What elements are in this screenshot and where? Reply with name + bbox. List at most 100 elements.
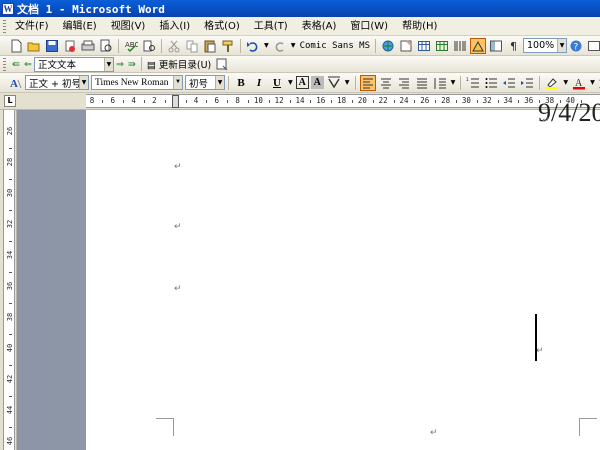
undo-dropdown-icon[interactable]: ▾ bbox=[262, 40, 271, 51]
menu-view[interactable]: 视图(V) bbox=[106, 18, 151, 35]
demote-icon[interactable]: ⇒ bbox=[114, 59, 126, 70]
drawing-icon[interactable] bbox=[470, 37, 487, 54]
insert-excel-icon[interactable] bbox=[434, 38, 450, 54]
update-toc-button[interactable]: ▤ 更新目录(U) bbox=[145, 57, 213, 71]
promote-heading-icon[interactable]: ⇚ bbox=[10, 59, 22, 70]
justify-icon[interactable] bbox=[414, 75, 430, 91]
toolbar-separator bbox=[161, 38, 162, 53]
horizontal-ruler[interactable]: 8642246810121416182022242628303234363840 bbox=[86, 94, 600, 108]
indent-marker[interactable] bbox=[172, 95, 179, 108]
copy-icon[interactable] bbox=[184, 38, 200, 54]
redo-icon[interactable] bbox=[272, 38, 288, 54]
research-icon[interactable] bbox=[141, 38, 157, 54]
menu-edit[interactable]: 编辑(E) bbox=[58, 18, 102, 35]
goto-toc-icon[interactable] bbox=[214, 56, 230, 72]
tab-selector-button[interactable]: L bbox=[4, 95, 16, 107]
ruler-minor-tick bbox=[372, 100, 374, 103]
read-mode-icon[interactable] bbox=[586, 38, 600, 54]
new-document-icon[interactable] bbox=[8, 38, 24, 54]
outline-level-value: 正文文本 bbox=[37, 60, 76, 71]
numbering-icon[interactable]: 1 bbox=[465, 75, 481, 91]
columns-icon[interactable] bbox=[452, 38, 468, 54]
undo-icon[interactable] bbox=[245, 38, 261, 54]
menu-file[interactable]: 文件(F) bbox=[10, 18, 54, 35]
print-icon[interactable] bbox=[80, 38, 96, 54]
cut-icon[interactable] bbox=[166, 38, 182, 54]
toolbar-grip[interactable] bbox=[3, 57, 6, 71]
line-spacing-dropdown-icon[interactable]: ▾ bbox=[449, 77, 458, 88]
menu-table[interactable]: 表格(A) bbox=[297, 18, 342, 35]
permission-icon[interactable] bbox=[62, 38, 78, 54]
ruler-tick-label: 8 bbox=[235, 96, 240, 105]
underline-dropdown-icon[interactable]: ▾ bbox=[286, 77, 295, 88]
font-size-combo[interactable]: 初号 ▼ bbox=[185, 75, 225, 90]
outline-level-combo[interactable]: 正文文本 ▼ bbox=[33, 56, 114, 72]
print-preview-icon[interactable] bbox=[98, 38, 114, 54]
ruler-minor-tick bbox=[9, 302, 12, 304]
chevron-down-icon[interactable]: ▼ bbox=[215, 76, 224, 89]
align-left-icon[interactable] bbox=[359, 74, 376, 91]
menu-tools[interactable]: 工具(T) bbox=[249, 18, 293, 35]
character-scaling-icon[interactable] bbox=[326, 75, 342, 91]
styles-pane-icon[interactable]: A bbox=[8, 75, 24, 91]
document-page[interactable]: 9/4/2014 ↵ ↵ ↵ ↵ ↵ ↵ bbox=[86, 98, 600, 450]
menu-format[interactable]: 格式(O) bbox=[199, 18, 245, 35]
style-combo[interactable]: 正文 + 初号 ▼ bbox=[25, 75, 89, 90]
font-color-icon[interactable]: A bbox=[571, 75, 587, 91]
format-painter-icon[interactable] bbox=[220, 38, 236, 54]
demote-body-icon[interactable]: ⇛ bbox=[126, 59, 138, 70]
align-center-icon[interactable] bbox=[378, 75, 394, 91]
font-name-display[interactable]: Comic Sans MS bbox=[298, 41, 372, 51]
bold-button[interactable]: B bbox=[233, 75, 249, 91]
underline-button[interactable]: U bbox=[269, 75, 285, 91]
ruler-tick-label: 40 bbox=[6, 343, 14, 353]
italic-button[interactable]: I bbox=[251, 75, 267, 91]
show-hide-icon[interactable]: ¶ bbox=[506, 38, 522, 54]
character-shading-button[interactable]: A bbox=[310, 76, 324, 89]
toolbar-separator bbox=[375, 38, 377, 53]
character-border-button[interactable]: A bbox=[295, 76, 309, 89]
insert-table-icon[interactable] bbox=[416, 38, 432, 54]
chevron-down-icon[interactable]: ▼ bbox=[173, 76, 182, 89]
bullets-icon[interactable] bbox=[483, 75, 499, 91]
promote-icon[interactable]: ⇐ bbox=[22, 59, 34, 70]
document-map-icon[interactable] bbox=[488, 38, 504, 54]
zoom-combo[interactable]: 100% ▼ bbox=[523, 38, 568, 53]
svg-text:?: ? bbox=[574, 42, 579, 52]
spelling-icon[interactable]: ABC bbox=[123, 38, 139, 54]
highlight-dropdown-icon[interactable]: ▾ bbox=[561, 77, 570, 88]
vertical-ruler-bar: 26 28 30 32 34 36 38 40 42 44 46 bbox=[0, 110, 17, 450]
line-spacing-icon[interactable] bbox=[432, 75, 448, 91]
chevron-down-icon[interactable]: ▼ bbox=[79, 76, 88, 89]
tables-borders-icon[interactable] bbox=[398, 38, 414, 54]
help-icon[interactable]: ? bbox=[568, 38, 584, 54]
decrease-indent-icon[interactable] bbox=[501, 75, 517, 91]
hyperlink-icon[interactable] bbox=[380, 38, 396, 54]
increase-indent-icon[interactable] bbox=[519, 75, 535, 91]
scaling-dropdown-icon[interactable]: ▾ bbox=[343, 77, 352, 88]
word-app-icon[interactable]: W bbox=[2, 2, 14, 15]
menu-window[interactable]: 窗口(W) bbox=[345, 18, 393, 35]
ruler-minor-tick bbox=[9, 209, 12, 211]
font-color-dropdown-icon[interactable]: ▾ bbox=[588, 77, 597, 88]
align-right-icon[interactable] bbox=[396, 75, 412, 91]
ruler-minor-tick bbox=[144, 100, 145, 103]
font-combo[interactable]: Times New Roman ▼ bbox=[91, 75, 183, 90]
ruler-minor-tick bbox=[518, 100, 520, 103]
ruler-tick-label: 14 bbox=[295, 96, 305, 105]
redo-dropdown-icon[interactable]: ▾ bbox=[289, 40, 298, 51]
ruler-minor-tick bbox=[123, 100, 125, 103]
menu-help[interactable]: 帮助(H) bbox=[397, 18, 442, 35]
paste-icon[interactable] bbox=[202, 38, 218, 54]
menu-insert[interactable]: 插入(I) bbox=[154, 18, 195, 35]
ruler-tick-label: 22 bbox=[378, 96, 388, 105]
chevron-down-icon[interactable]: ▼ bbox=[103, 57, 113, 71]
save-icon[interactable] bbox=[44, 38, 60, 54]
ruler-tick-label: 6 bbox=[110, 96, 116, 105]
open-folder-icon[interactable] bbox=[26, 38, 42, 54]
toolbar-grip[interactable] bbox=[3, 19, 6, 33]
highlight-icon[interactable] bbox=[544, 75, 560, 91]
zoom-value: 100% bbox=[527, 40, 555, 51]
chevron-down-icon[interactable]: ▼ bbox=[557, 39, 567, 52]
vertical-ruler[interactable]: 26 28 30 32 34 36 38 40 42 44 46 bbox=[3, 110, 15, 450]
